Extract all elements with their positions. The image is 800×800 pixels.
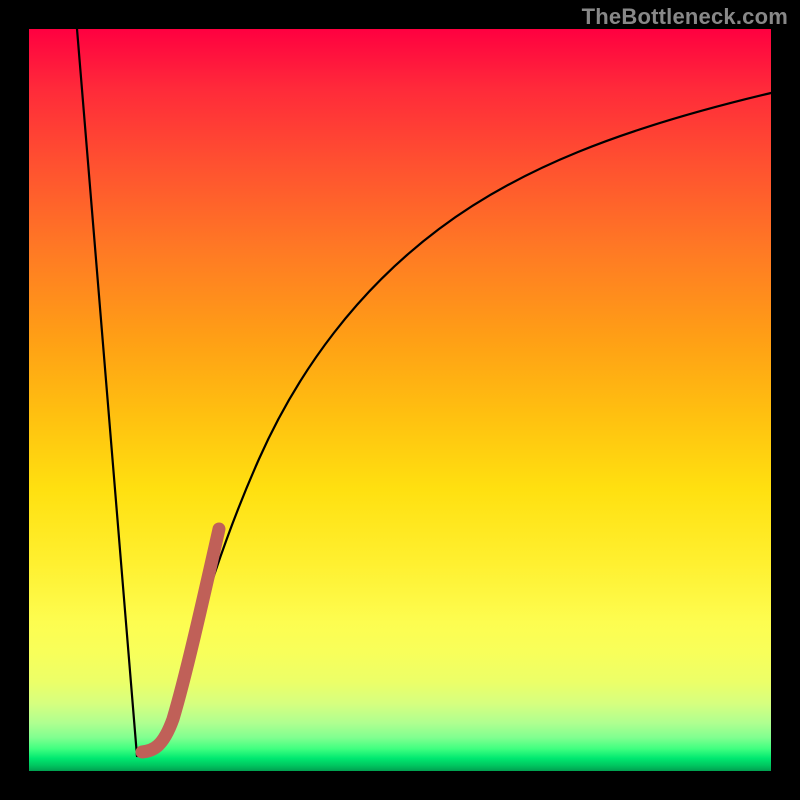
chart-svg [29,29,771,771]
curve-right-ascending [137,93,771,756]
plot-area [29,29,771,771]
watermark-text: TheBottleneck.com [582,4,788,30]
chart-frame: TheBottleneck.com [0,0,800,800]
highlight-segment [142,529,219,752]
curve-left-descending [77,29,137,756]
